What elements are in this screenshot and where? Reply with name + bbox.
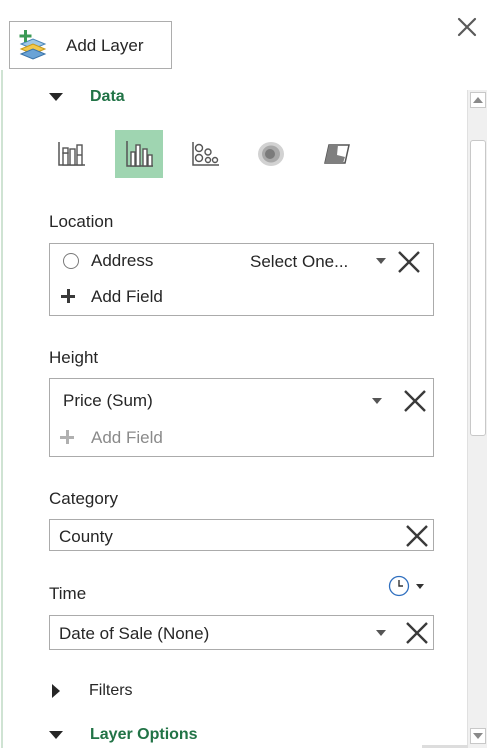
height-field-value: Price (Sum): [63, 391, 153, 410]
viz-bubble-button[interactable]: [181, 130, 229, 178]
stacked-column-icon: [58, 142, 85, 166]
add-layer-label: Add Layer: [66, 36, 144, 55]
scroll-down-button[interactable]: [470, 728, 486, 744]
add-layer-button[interactable]: Add Layer: [9, 21, 172, 69]
height-well[interactable]: Price (Sum) Add Field: [49, 378, 434, 457]
add-field-plus-icon: [61, 289, 75, 303]
remove-height-icon[interactable]: [402, 388, 428, 414]
scroll-up-icon: [473, 97, 483, 103]
height-dropdown-icon[interactable]: [372, 398, 382, 404]
time-well[interactable]: Date of Sale (None): [49, 615, 434, 650]
location-label: Location: [49, 212, 114, 231]
remove-category-icon[interactable]: [404, 523, 430, 549]
viz-region-button[interactable]: [313, 130, 361, 178]
close-icon[interactable]: [455, 15, 479, 39]
category-well[interactable]: County: [49, 519, 434, 551]
scroll-thumb[interactable]: [470, 140, 486, 436]
location-type-dropdown-icon[interactable]: [376, 258, 386, 264]
height-add-field[interactable]: Add Field: [91, 428, 163, 448]
clock-icon: [388, 575, 410, 597]
scroll-up-button[interactable]: [470, 92, 486, 108]
time-menu-caret-icon: [416, 583, 424, 589]
location-type-select[interactable]: Select One...: [250, 252, 348, 272]
bubble-icon: [192, 142, 219, 166]
collapse-caret-icon: [49, 93, 63, 101]
data-section-toggle[interactable]: Data: [49, 88, 125, 106]
add-field-plus-icon: [60, 430, 74, 444]
time-dropdown-icon[interactable]: [376, 630, 386, 636]
vertical-scrollbar[interactable]: [467, 90, 487, 748]
region-icon: [324, 144, 350, 164]
remove-location-icon[interactable]: [396, 249, 422, 275]
heat-map-icon: [258, 142, 284, 166]
location-field-name: Address: [91, 251, 154, 270]
location-well[interactable]: Address Select One... Add Field: [49, 243, 434, 316]
viz-heat-map-button[interactable]: [247, 130, 295, 178]
filters-section-toggle[interactable]: Filters: [52, 682, 133, 700]
category-field-value: County: [59, 527, 113, 546]
height-label: Height: [49, 348, 99, 367]
remove-time-icon[interactable]: [404, 620, 430, 646]
filters-section-title: Filters: [89, 682, 133, 699]
clustered-column-icon: [126, 141, 153, 167]
layer-options-section-title: Layer Options: [90, 726, 198, 743]
category-label: Category: [49, 489, 118, 508]
add-layer-icon: [19, 30, 47, 60]
address-radio[interactable]: [63, 253, 79, 269]
data-section-title: Data: [90, 88, 125, 105]
panel-left-rule: [1, 70, 3, 748]
viz-clustered-column-button[interactable]: [115, 130, 163, 178]
viz-stacked-column-button[interactable]: [47, 130, 95, 178]
time-label: Time: [49, 584, 87, 603]
scroll-down-icon: [473, 733, 483, 739]
location-add-field[interactable]: Add Field: [91, 287, 163, 307]
layer-options-section-toggle[interactable]: Layer Options: [49, 726, 198, 744]
expand-caret-icon: [52, 684, 60, 698]
time-settings-button[interactable]: [388, 575, 424, 597]
collapse-caret-icon: [49, 731, 63, 739]
time-field-value: Date of Sale (None): [59, 624, 210, 643]
